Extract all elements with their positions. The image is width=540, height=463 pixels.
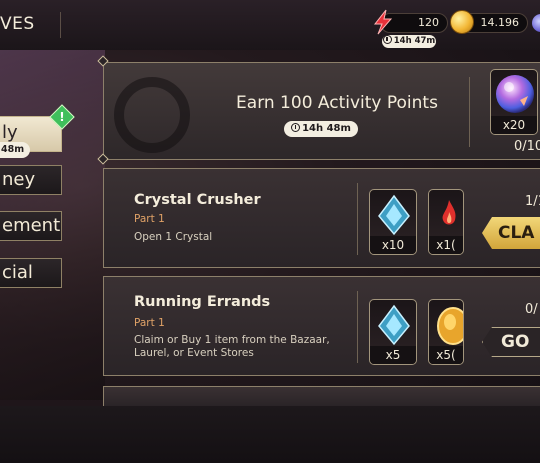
tab-journey-label: ney xyxy=(2,169,36,190)
quest-description: Open 1 Crystal xyxy=(134,231,213,243)
quest-progress: 0/ xyxy=(525,302,538,317)
header-divider xyxy=(60,12,61,38)
quest-description: Claim or Buy 1 item from the Bazaar, Lau… xyxy=(134,334,330,359)
clock-icon xyxy=(291,123,301,132)
quest-reward[interactable]: x5( xyxy=(428,299,464,365)
activity-reward-qty: x20 xyxy=(491,116,537,134)
quest-title: Running Errands xyxy=(134,294,271,310)
activity-progress: 0/10 xyxy=(514,139,540,154)
activity-title: Earn 100 Activity Points xyxy=(236,93,438,113)
quest-reward-qty: x5 xyxy=(370,346,416,364)
tab-journey[interactable]: ney xyxy=(0,165,62,195)
quest-card: Running Errands Part 1 Claim or Buy 1 it… xyxy=(103,276,540,376)
quest-part: Part 1 xyxy=(134,317,165,329)
energy-timer-text: 14h 47m xyxy=(393,36,436,46)
quest-reward[interactable]: x10 xyxy=(369,189,417,255)
footer-bar xyxy=(0,406,540,463)
energy-icon xyxy=(373,9,393,35)
screen-title: VES xyxy=(0,14,35,34)
go-button[interactable]: GO xyxy=(482,327,540,357)
tab-special-label: cial xyxy=(2,262,33,283)
activity-timer-text: 14h 48m xyxy=(302,123,351,134)
clock-icon xyxy=(382,35,392,44)
activity-reward[interactable]: x20 xyxy=(490,69,538,135)
quest-card-partial xyxy=(103,386,540,406)
quest-title: Crystal Crusher xyxy=(134,192,261,208)
quest-reward-qty: x1( xyxy=(429,236,463,254)
quest-reward-qty: x5( xyxy=(429,346,463,364)
tab-achievement-label: ement xyxy=(2,215,61,236)
tab-achievement[interactable]: ement xyxy=(0,211,62,241)
crystal-icon xyxy=(378,304,410,346)
card-divider xyxy=(357,291,358,363)
energy-refill-timer: 14h 47m xyxy=(382,35,436,48)
crystal-orb-icon xyxy=(496,75,534,113)
card-divider xyxy=(357,183,358,255)
activity-emblem-icon xyxy=(114,77,190,153)
quest-reward[interactable]: x1( xyxy=(428,189,464,255)
quest-part: Part 1 xyxy=(134,213,165,225)
card-divider xyxy=(469,77,470,147)
tab-daily-label: ly xyxy=(2,122,18,143)
alert-badge-text: ! xyxy=(59,110,65,124)
gold-coin-icon xyxy=(437,307,463,345)
claim-button[interactable]: CLA xyxy=(482,217,540,249)
quest-progress: 1/1 xyxy=(525,194,540,209)
activity-timer: 14h 48m xyxy=(284,121,358,137)
quest-card: Crystal Crusher Part 1 Open 1 Crystal x1… xyxy=(103,168,540,268)
gold-coin-icon xyxy=(450,10,474,34)
quest-reward[interactable]: x5 xyxy=(369,299,417,365)
flame-icon xyxy=(442,200,456,225)
tab-daily-timer: 48m xyxy=(0,142,30,158)
tab-special[interactable]: cial xyxy=(0,258,62,288)
crystal-icon xyxy=(378,194,410,236)
activity-points-card: Earn 100 Activity Points 14h 48m x20 0/1… xyxy=(103,62,540,160)
quest-reward-qty: x10 xyxy=(370,236,416,254)
